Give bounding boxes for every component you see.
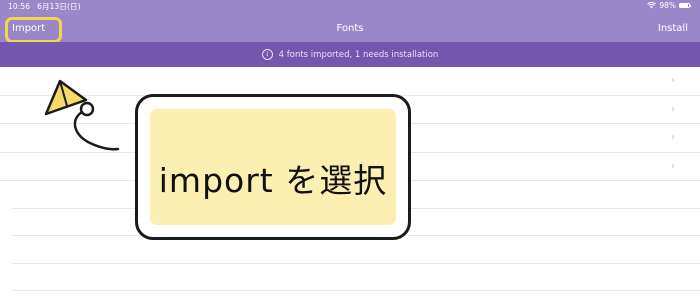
status-time: 10:56	[8, 2, 31, 11]
callout-fill: import を選択	[150, 109, 396, 225]
chevron-right-icon: ›	[671, 132, 675, 143]
battery-icon	[679, 3, 690, 8]
header-bar: 10:56 6月13日(日) 98% Import Fonts Install	[0, 0, 700, 42]
chevron-right-icon: ›	[671, 160, 675, 172]
info-icon: i	[261, 49, 273, 60]
callout-text: import を選択	[158, 161, 388, 200]
battery-cap	[690, 4, 691, 7]
install-button[interactable]: Install	[658, 23, 688, 34]
status-date: 6月13日(日)	[37, 2, 81, 11]
status-bar: 10:56 6月13日(日) 98%	[0, 0, 700, 11]
status-right: 98%	[647, 1, 691, 10]
wifi-icon	[647, 2, 657, 9]
status-left: 10:56 6月13日(日)	[8, 1, 81, 12]
kite-pointer-icon	[44, 79, 120, 151]
list-item[interactable]	[0, 264, 700, 292]
battery-percent: 98%	[659, 1, 676, 10]
chevron-right-icon: ›	[671, 75, 675, 86]
banner-text: 4 fonts imported, 1 needs installation	[278, 49, 439, 60]
list-item[interactable]	[0, 236, 700, 264]
instruction-callout: import を選択	[135, 94, 411, 240]
import-status-banner: i 4 fonts imported, 1 needs installation	[0, 42, 700, 67]
page-title: Fonts	[336, 23, 364, 34]
chevron-right-icon: ›	[671, 103, 675, 115]
import-highlight-ring	[5, 17, 62, 43]
